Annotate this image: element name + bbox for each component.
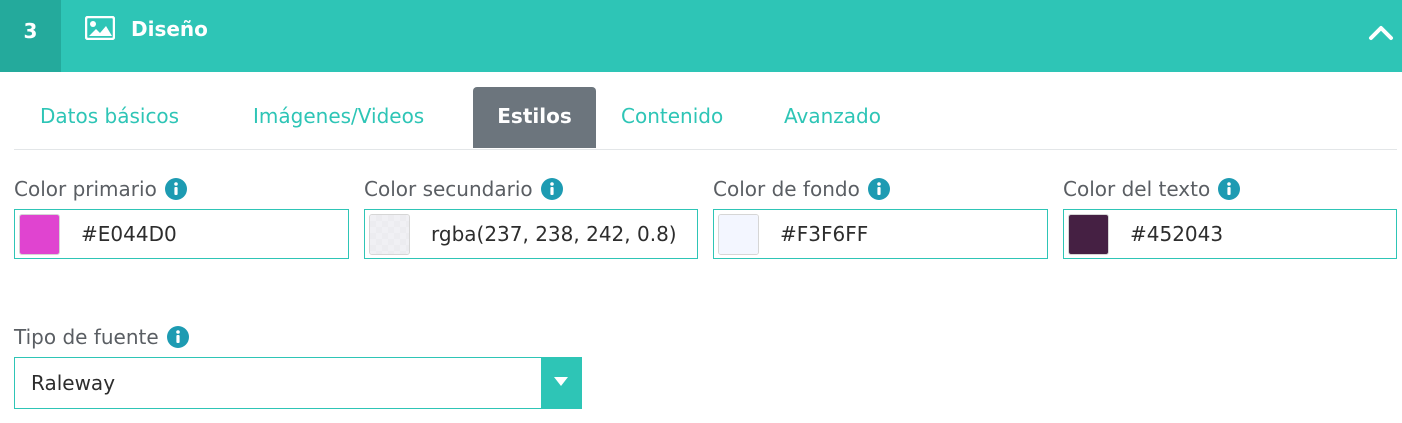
secondary-color-field[interactable]: rgba(237, 238, 242, 0.8) [364,209,698,259]
info-icon[interactable] [540,178,563,200]
font-type-select[interactable]: Raleway [14,357,582,409]
primary-color-input[interactable]: #E044D0 [81,210,344,258]
tab-imagenes-videos[interactable]: Imágenes/Videos [253,87,424,148]
dropdown-toggle-button[interactable] [541,358,581,408]
section-title: Diseño [131,17,208,41]
text-color-swatch[interactable] [1068,214,1109,255]
secondary-color-swatch-fill [370,215,409,254]
background-color-label: Color de fondo [713,177,890,201]
font-type-selected-value: Raleway [31,371,116,395]
primary-color-label-text: Color primario [14,177,157,201]
secondary-color-label-text: Color secundario [364,177,533,201]
secondary-color-swatch[interactable] [369,214,410,255]
info-icon[interactable] [867,178,890,200]
text-color-input[interactable]: #452043 [1130,210,1392,258]
secondary-color-input[interactable]: rgba(237, 238, 242, 0.8) [431,210,693,258]
step-number: 3 [0,0,61,72]
section-header[interactable]: 3 Diseño [0,0,1402,72]
font-type-label-text: Tipo de fuente [14,325,159,349]
font-type-label: Tipo de fuente [14,325,189,349]
tab-contenido[interactable]: Contenido [621,87,723,148]
info-icon[interactable] [166,326,189,348]
tab-datos-basicos[interactable]: Datos básicos [40,87,179,148]
background-color-swatch-fill [719,215,758,254]
chevron-up-icon[interactable] [1368,22,1394,42]
info-icon[interactable] [164,178,187,200]
info-icon[interactable] [1218,178,1241,200]
background-color-field[interactable]: #F3F6FF [713,209,1048,259]
text-color-swatch-fill [1069,215,1108,254]
secondary-color-label: Color secundario [364,177,563,201]
text-color-label: Color del texto [1063,177,1241,201]
text-color-label-text: Color del texto [1063,177,1211,201]
tab-avanzado[interactable]: Avanzado [784,87,881,148]
background-color-input[interactable]: #F3F6FF [780,210,1043,258]
text-color-field[interactable]: #452043 [1063,209,1397,259]
primary-color-swatch[interactable] [19,214,60,255]
primary-color-swatch-fill [20,215,59,254]
tab-estilos[interactable]: Estilos [473,87,596,148]
image-icon [85,16,115,40]
background-color-label-text: Color de fondo [713,177,860,201]
primary-color-label: Color primario [14,177,187,201]
background-color-swatch[interactable] [718,214,759,255]
primary-color-field[interactable]: #E044D0 [14,209,349,259]
caret-down-icon [554,377,568,386]
tab-bar: Datos básicos Imágenes/Videos Estilos Co… [14,87,1397,150]
